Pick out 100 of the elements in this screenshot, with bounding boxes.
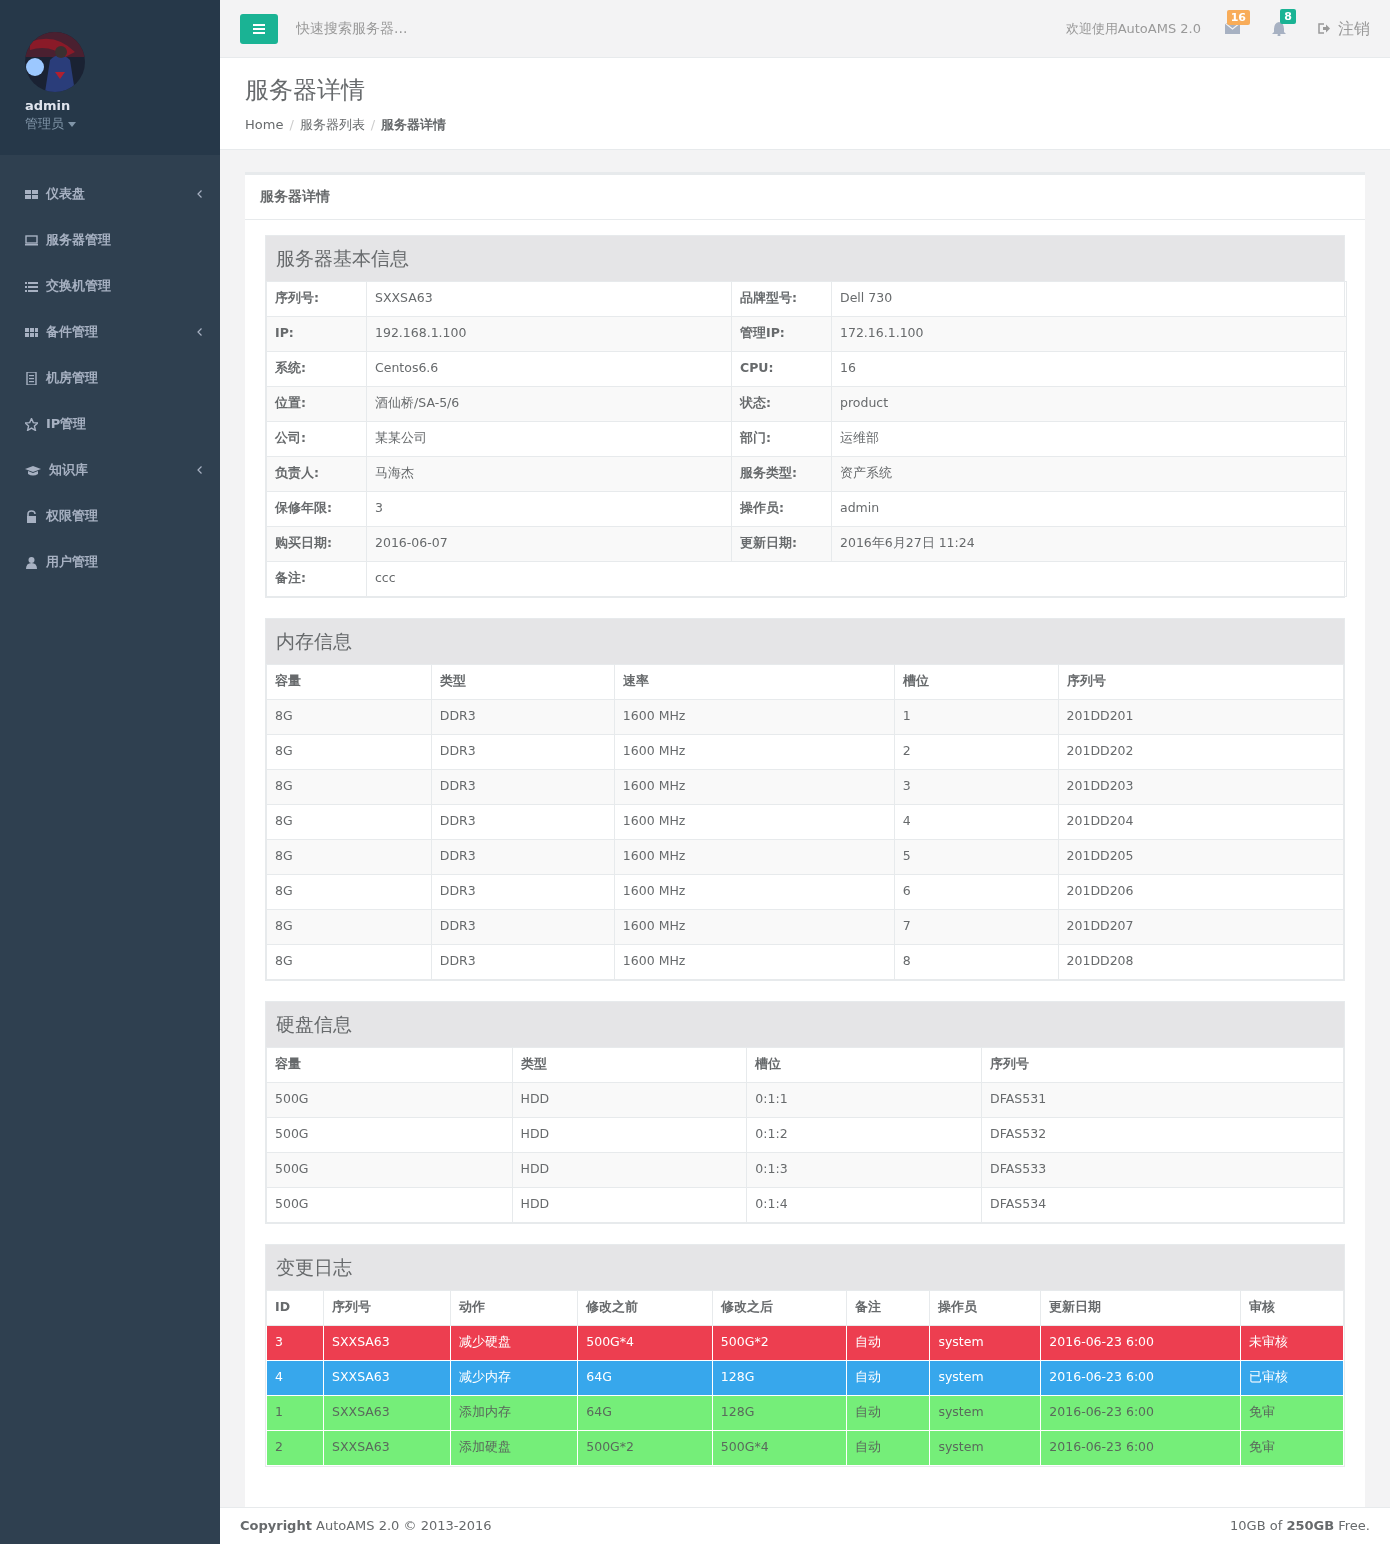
sidebar-item[interactable]: 用户管理 bbox=[0, 539, 220, 585]
field-label: 状态: bbox=[731, 386, 832, 422]
table-cell: 500G*4 bbox=[712, 1430, 847, 1466]
building-icon bbox=[25, 371, 38, 385]
table-cell: 自动 bbox=[847, 1430, 930, 1466]
table-cell: 免审 bbox=[1240, 1395, 1344, 1431]
breadcrumb-separator: / bbox=[289, 116, 294, 135]
table-cell: DDR3 bbox=[431, 769, 615, 805]
menu-icon bbox=[253, 23, 265, 34]
graduation-cap-icon bbox=[25, 463, 41, 477]
table-cell: DFAS531 bbox=[981, 1082, 1344, 1118]
sidebar-item[interactable]: 权限管理 bbox=[0, 493, 220, 539]
table-cell: 1600 MHz bbox=[614, 909, 895, 945]
table-cell: 7 bbox=[894, 909, 1059, 945]
table-cell: 500G*2 bbox=[577, 1430, 713, 1466]
table-cell: HDD bbox=[512, 1082, 747, 1118]
sidebar-item[interactable]: IP管理 bbox=[0, 401, 220, 447]
table-cell: 0:1:1 bbox=[746, 1082, 982, 1118]
field-label: 序列号: bbox=[266, 281, 367, 317]
table-cell: 2016-06-23 6:00 bbox=[1040, 1395, 1241, 1431]
column-header: 容量 bbox=[266, 664, 432, 700]
role-dropdown[interactable]: 管理员 bbox=[25, 115, 76, 133]
table-cell: 201DD206 bbox=[1058, 874, 1344, 910]
column-header: 槽位 bbox=[894, 664, 1059, 700]
table-cell: 500G*2 bbox=[712, 1325, 847, 1361]
column-header: 操作员 bbox=[929, 1290, 1041, 1326]
section-title: 内存信息 bbox=[266, 618, 1344, 664]
bell-icon[interactable] bbox=[1272, 21, 1286, 36]
table-cell: DFAS533 bbox=[981, 1152, 1344, 1188]
table-cell: 自动 bbox=[847, 1360, 930, 1396]
sign-out-icon bbox=[1318, 23, 1330, 35]
table-cell: 2016-06-07 bbox=[366, 526, 732, 562]
sidebar-item[interactable]: 知识库 bbox=[0, 447, 220, 493]
table-cell: 1600 MHz bbox=[614, 734, 895, 770]
table-cell: 128G bbox=[712, 1360, 847, 1396]
table-cell: 500G*4 bbox=[577, 1325, 713, 1361]
table-cell: 1600 MHz bbox=[614, 769, 895, 805]
table-cell: 8G bbox=[266, 944, 432, 980]
table-cell: DDR3 bbox=[431, 804, 615, 840]
sidebar-item[interactable]: 仪表盘 bbox=[0, 171, 220, 217]
table-cell: 6 bbox=[894, 874, 1059, 910]
breadcrumb-link[interactable]: 服务器详情 bbox=[381, 115, 447, 135]
field-label: 保修年限: bbox=[266, 491, 367, 527]
table-cell: SXXSA63 bbox=[323, 1395, 451, 1431]
sidebar-item[interactable]: 备件管理 bbox=[0, 309, 220, 355]
field-label: 管理IP: bbox=[731, 316, 832, 352]
column-header: 序列号 bbox=[323, 1290, 451, 1326]
column-header: 速率 bbox=[614, 664, 895, 700]
table-cell: Centos6.6 bbox=[366, 351, 732, 387]
copyright-text: Copyright AutoAMS 2.0 © 2013-2016 bbox=[240, 1517, 492, 1536]
table-cell: DFAS532 bbox=[981, 1117, 1344, 1153]
table-cell: 201DD204 bbox=[1058, 804, 1344, 840]
star-icon bbox=[25, 417, 38, 431]
table-cell: 1 bbox=[894, 699, 1059, 735]
table-cell: 8G bbox=[266, 699, 432, 735]
column-header: 审核 bbox=[1240, 1290, 1344, 1326]
table-cell: 马海杰 bbox=[366, 456, 732, 492]
search-field[interactable]: 快速搜索服务器... bbox=[294, 17, 594, 41]
table-cell: 1600 MHz bbox=[614, 944, 895, 980]
field-label: 更新日期: bbox=[731, 526, 832, 562]
table-cell: 8G bbox=[266, 874, 432, 910]
table-cell: 资产系统 bbox=[831, 456, 1347, 492]
table-cell: DDR3 bbox=[431, 944, 615, 980]
table-cell: 0:1:2 bbox=[746, 1117, 982, 1153]
table-cell: 201DD205 bbox=[1058, 839, 1344, 875]
lock-icon bbox=[25, 509, 38, 523]
count-badge: 16 bbox=[1226, 10, 1250, 26]
logout-link[interactable]: 注销 bbox=[1318, 16, 1370, 41]
table-cell: 0:1:4 bbox=[746, 1187, 982, 1223]
field-label: IP: bbox=[266, 316, 367, 352]
field-label: 负责人: bbox=[266, 456, 367, 492]
field-label: 公司: bbox=[266, 421, 367, 457]
section-title: 变更日志 bbox=[266, 1244, 1344, 1290]
field-label: CPU: bbox=[731, 351, 832, 387]
field-label: 系统: bbox=[266, 351, 367, 387]
table-cell: 4 bbox=[266, 1360, 324, 1396]
laptop-icon bbox=[25, 233, 38, 247]
table-cell: 201DD207 bbox=[1058, 909, 1344, 945]
breadcrumb-link[interactable]: Home bbox=[245, 115, 284, 135]
sidebar-item[interactable]: 交换机管理 bbox=[0, 263, 220, 309]
column-header: 动作 bbox=[450, 1290, 578, 1326]
table-cell: 8G bbox=[266, 839, 432, 875]
table-cell: SXXSA63 bbox=[366, 281, 732, 317]
table-cell: SXXSA63 bbox=[323, 1360, 451, 1396]
menu-button[interactable] bbox=[240, 13, 278, 44]
user-name: admin bbox=[25, 98, 72, 114]
table-cell: 2016年6月27日 11:24 bbox=[831, 526, 1347, 562]
column-header: 类型 bbox=[431, 664, 615, 700]
page-title: 服务器详情 bbox=[245, 76, 366, 106]
breadcrumb-link[interactable]: 服务器列表 bbox=[299, 115, 365, 135]
table-cell: 2016-06-23 6:00 bbox=[1040, 1430, 1241, 1466]
column-header: ID bbox=[266, 1290, 324, 1326]
sidebar-item[interactable]: 机房管理 bbox=[0, 355, 220, 401]
field-label: 品牌型号: bbox=[731, 281, 832, 317]
grid-icon bbox=[25, 325, 38, 339]
field-label: 操作员: bbox=[731, 491, 832, 527]
sidebar-item[interactable]: 服务器管理 bbox=[0, 217, 220, 263]
table-cell: 0:1:3 bbox=[746, 1152, 982, 1188]
table-cell: 酒仙桥/SA-5/6 bbox=[366, 386, 732, 422]
table-cell: 自动 bbox=[847, 1325, 930, 1361]
